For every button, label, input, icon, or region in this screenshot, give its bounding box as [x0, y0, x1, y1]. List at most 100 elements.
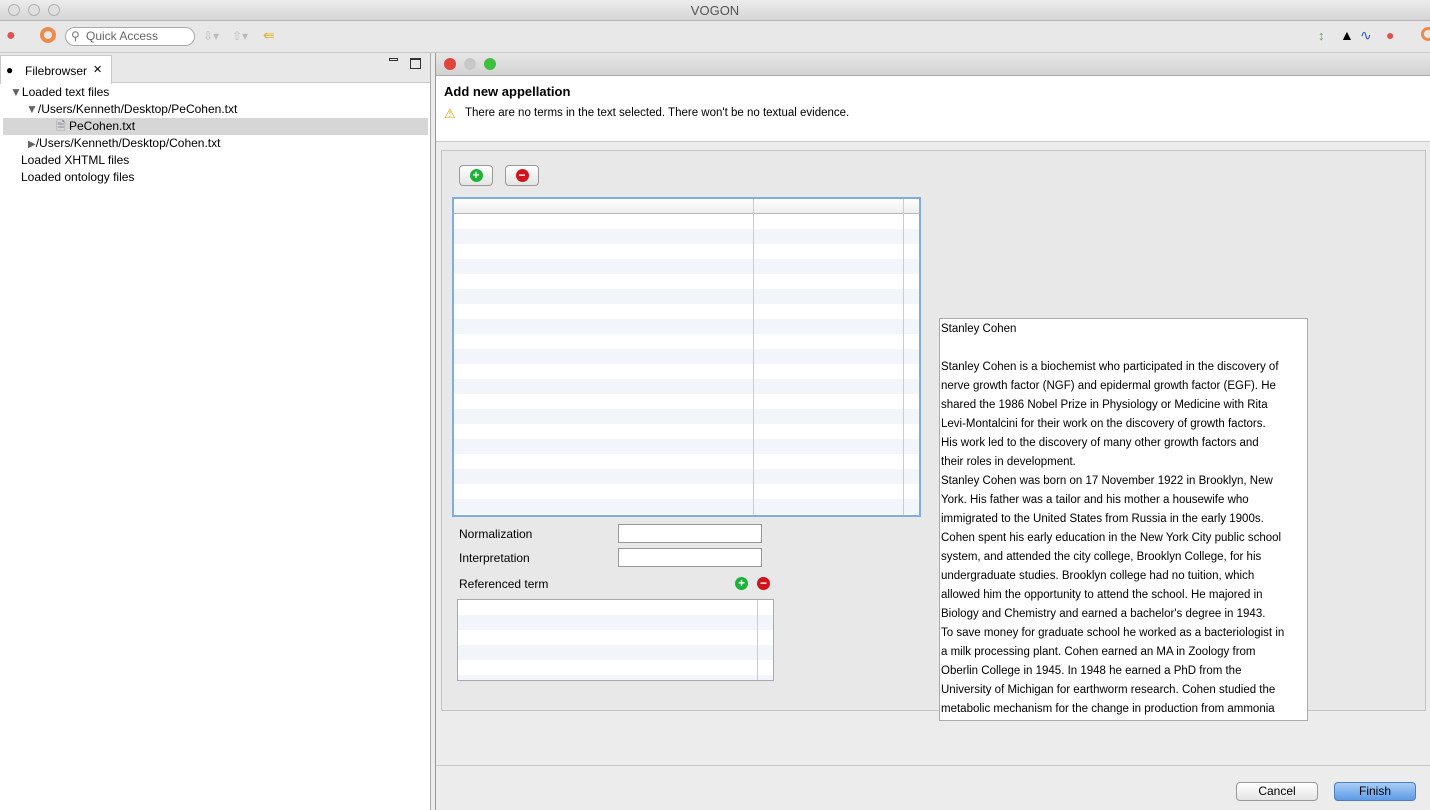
warning-icon: ⚠ [444, 106, 456, 121]
vogon-icon[interactable]: ● [1386, 27, 1394, 43]
tree-item-loaded-xhtml-files[interactable]: Loaded XHTML files [0, 152, 428, 169]
search-icon: ⚲ [71, 29, 80, 43]
minus-icon: − [515, 169, 529, 183]
warning-message: There are no terms in the text selected.… [465, 107, 850, 119]
table-row[interactable] [454, 469, 919, 484]
add-appellation-dialog: Add new appellation ⚠ There are no terms… [435, 53, 1430, 810]
table-row[interactable] [454, 409, 919, 424]
text-line: Oberlin College in 1945. In 1948 he earn… [941, 665, 1242, 677]
text-line: Stanley Cohen [941, 323, 1017, 335]
zoom-window-button[interactable] [48, 4, 60, 16]
referenced-term-label: Referenced term [459, 577, 549, 591]
tree-item-label: PeCohen.txt [69, 119, 136, 133]
dialog-body: + − Normalization Interpretation Referen… [441, 150, 1426, 721]
text-line: His work led to the discovery of many ot… [941, 437, 1259, 449]
cancel-button[interactable]: Cancel [1236, 782, 1318, 801]
filebrowser-panel: ● Filebrowser ✕ ▼Loaded text files ▼/Use… [0, 53, 431, 810]
text-line: a milk processing plant. Cohen earned an… [941, 646, 1256, 658]
tab-filebrowser[interactable]: ● Filebrowser ✕ [0, 55, 112, 84]
table-row[interactable] [454, 499, 919, 514]
column-divider [757, 600, 758, 680]
maximize-view-button[interactable] [410, 58, 421, 69]
table-row[interactable] [454, 379, 919, 394]
referenced-term-table[interactable] [457, 599, 774, 681]
table-row[interactable] [454, 229, 919, 244]
minimize-view-button[interactable] [389, 58, 398, 61]
window-titlebar: VOGON [0, 0, 1430, 21]
text-line: undergraduate studies. Brooklyn college … [941, 570, 1255, 582]
quick-access-placeholder: Quick Access [86, 29, 159, 43]
text-line: Stanley Cohen is a biochemist who partic… [941, 361, 1279, 373]
table-row[interactable] [454, 259, 919, 274]
normalization-input[interactable] [618, 524, 762, 543]
dialog-zoom-button[interactable] [484, 58, 496, 70]
next-annotation-icon[interactable]: ⇩▾ [203, 29, 219, 43]
text-line: Cohen spent his early education in the N… [941, 532, 1282, 544]
text-line: metabolic mechanism for the change in pr… [941, 703, 1275, 715]
minimize-window-button[interactable] [28, 4, 40, 16]
interpretation-input[interactable] [618, 548, 762, 567]
expand-arrow-icon[interactable]: ▼ [26, 102, 38, 116]
table-row[interactable] [454, 319, 919, 334]
collapse-arrow-icon[interactable]: ▶ [28, 139, 36, 150]
dialog-titlebar [436, 53, 1430, 76]
text-line: To save money for graduate school he wor… [941, 627, 1285, 639]
remove-term-icon[interactable]: − [757, 577, 770, 590]
column-divider[interactable] [753, 199, 754, 515]
expand-arrow-icon[interactable]: ▼ [10, 85, 22, 99]
text-line: system, and attended the city college, B… [941, 551, 1262, 563]
plus-icon: + [469, 169, 483, 183]
table-row[interactable] [454, 439, 919, 454]
dialog-header: Add new appellation ⚠ There are no terms… [436, 76, 1430, 142]
text-line: their roles in development. [941, 456, 1076, 468]
tab-label: Filebrowser [25, 64, 88, 78]
dialog-title: Add new appellation [444, 84, 571, 99]
normalization-label: Normalization [459, 527, 533, 541]
vogon-perspective-icon[interactable]: ● [6, 27, 16, 45]
triangle-stack-icon[interactable]: ▲ [1340, 27, 1354, 43]
close-tab-icon[interactable]: ✕ [93, 63, 102, 76]
record-icon[interactable] [40, 27, 56, 43]
close-window-button[interactable] [8, 4, 20, 16]
column-divider[interactable] [903, 199, 904, 515]
remove-row-button[interactable]: − [505, 165, 539, 186]
text-line: shared the 1986 Nobel Prize in Physiolog… [941, 399, 1268, 411]
filebrowser-icon: ● [6, 63, 14, 77]
text-line: York. His father was a tailor and his mo… [941, 494, 1249, 506]
tree-item-pecohen-folder[interactable]: ▼/Users/Kenneth/Desktop/PeCohen.txt [0, 101, 428, 118]
record-icon-right[interactable] [1421, 27, 1430, 41]
add-row-button[interactable]: + [459, 165, 493, 186]
dialog-close-button[interactable] [444, 58, 456, 70]
filebrowser-tabstrip: ● Filebrowser ✕ [0, 53, 430, 84]
tree-item-pecohen-file[interactable]: 🗎 PeCohen.txt [3, 118, 428, 135]
table-row[interactable] [454, 349, 919, 364]
window-title: VOGON [690, 3, 740, 18]
tree-item-loaded-text-files[interactable]: ▼Loaded text files [0, 84, 428, 101]
appellation-table[interactable] [452, 197, 921, 517]
text-line: allowed him the opportunity to attend th… [941, 589, 1263, 601]
text-line [941, 339, 1307, 358]
chart-icon[interactable]: ∿ [1360, 27, 1372, 44]
finish-button[interactable]: Finish [1334, 782, 1416, 801]
previous-annotation-icon[interactable]: ⇧▾ [232, 29, 248, 43]
tree-item-label: /Users/Kenneth/Desktop/Cohen.txt [35, 136, 221, 150]
table-row[interactable] [454, 289, 919, 304]
dialog-minimize-button[interactable] [464, 58, 476, 70]
text-line: University of Michigan for earthworm res… [941, 684, 1276, 696]
source-text-view[interactable]: Stanley Cohen Stanley Cohen is a biochemi… [939, 318, 1308, 721]
tree-item-cohen-folder[interactable]: ▶/Users/Kenneth/Desktop/Cohen.txt [0, 135, 428, 152]
last-edit-icon[interactable]: ⇚ [263, 27, 275, 44]
table-row[interactable] [458, 645, 773, 660]
table-header [454, 199, 919, 214]
hierarchy-icon[interactable]: ↕ [1318, 28, 1325, 43]
table-row[interactable] [458, 615, 773, 630]
text-line: Stanley Cohen was born on 17 November 19… [941, 475, 1273, 487]
quick-access-input[interactable]: ⚲ Quick Access [65, 27, 195, 46]
tree-item-label: /Users/Kenneth/Desktop/PeCohen.txt [37, 102, 238, 116]
text-line: immigrated to the United States from Rus… [941, 513, 1264, 525]
text-line: Levi-Montalcini for their work on the di… [941, 418, 1266, 430]
tree-item-loaded-ontology-files[interactable]: Loaded ontology files [0, 169, 428, 186]
table-row[interactable] [458, 675, 773, 680]
add-term-icon[interactable]: + [735, 577, 748, 590]
interpretation-label: Interpretation [459, 551, 530, 565]
